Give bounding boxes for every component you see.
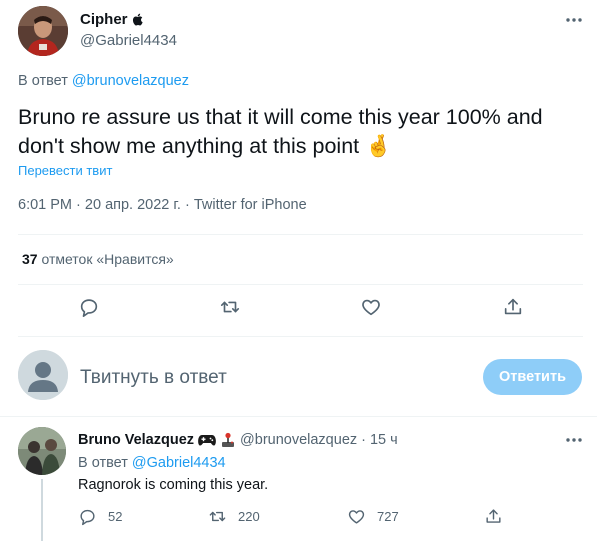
- retweet-count: 220: [238, 508, 260, 524]
- heart-icon: [362, 299, 380, 316]
- reply-prefix: В ответ: [78, 455, 128, 471]
- author-photo: [18, 6, 68, 56]
- reply-time[interactable]: 15 ч: [370, 432, 398, 448]
- reply-author-handle[interactable]: @brunovelazquez: [240, 432, 357, 448]
- reply-count: 52: [108, 508, 123, 524]
- divider: [0, 416, 597, 417]
- author-handle[interactable]: @Gabriel4434: [80, 32, 177, 49]
- reply-share-button[interactable]: [484, 505, 503, 527]
- likes-label: отметок «Нравится»: [41, 251, 174, 267]
- translate-tweet-link[interactable]: Перевести твит: [18, 163, 112, 178]
- divider: [18, 234, 583, 235]
- reply-prefix: В ответ: [18, 73, 68, 89]
- likes-count: 37: [22, 251, 38, 267]
- reply-submit-button[interactable]: Ответить: [483, 359, 582, 395]
- reply-context: В ответ @Gabriel4434: [78, 455, 226, 471]
- more-horizontal-icon[interactable]: [564, 12, 584, 28]
- tweet-text: Bruno re assure us that it will come thi…: [18, 103, 588, 161]
- user-avatar[interactable]: [18, 350, 68, 400]
- reply-author-name[interactable]: Bruno Velazquez: [78, 432, 194, 448]
- reply-context: В ответ @brunovelazquez: [18, 73, 189, 89]
- more-horizontal-icon[interactable]: [564, 432, 584, 448]
- divider: [18, 336, 583, 337]
- reply-text: Ragnorok is coming this year.: [78, 477, 269, 493]
- reply-retweet-button[interactable]: 220: [208, 505, 260, 527]
- like-button[interactable]: [360, 296, 384, 320]
- tweet-source[interactable]: Twitter for iPhone: [194, 197, 307, 213]
- meta-separator: ·: [184, 197, 190, 213]
- likes-summary[interactable]: 37 отметок «Нравится»: [22, 251, 174, 267]
- tweet-page: Cipher @Gabriel4434 В ответ @brunovelazq…: [0, 0, 597, 541]
- tweet-meta: 6:01 PM · 20 апр. 2022 г. · Twitter for …: [18, 197, 307, 213]
- retweet-icon: [220, 301, 240, 313]
- reply-like-button[interactable]: 727: [347, 505, 399, 527]
- author-avatar[interactable]: [18, 6, 68, 56]
- reply-reply-button[interactable]: 52: [78, 505, 122, 527]
- retweet-icon: [209, 511, 226, 521]
- reply-author-avatar[interactable]: [18, 427, 66, 475]
- heart-icon: [348, 509, 365, 524]
- reply-compose-input[interactable]: Твитнуть в ответ: [80, 367, 227, 389]
- divider: [18, 284, 583, 285]
- share-upload-icon: [486, 508, 501, 523]
- default-profile-icon: [18, 350, 68, 400]
- reply-to-link[interactable]: @brunovelazquez: [72, 73, 189, 89]
- tweet-date[interactable]: 20 апр. 2022 г.: [85, 197, 181, 213]
- reply-button[interactable]: [78, 296, 102, 320]
- speech-bubble-icon: [80, 299, 98, 317]
- tweet-time[interactable]: 6:01 PM: [18, 197, 72, 213]
- crossed-fingers-emoji: 🤞: [365, 134, 392, 158]
- gamepad-icon: [198, 435, 216, 446]
- joystick-icon: [222, 432, 235, 447]
- author-name-text[interactable]: Cipher: [80, 11, 128, 28]
- share-upload-icon: [504, 298, 522, 315]
- meta-separator: ·: [76, 197, 81, 213]
- apple-icon: [132, 13, 143, 26]
- author-name[interactable]: Cipher: [80, 11, 143, 28]
- reply-to-link[interactable]: @Gabriel4434: [132, 455, 226, 471]
- reply-header: Bruno Velazquez @brunovelazquez · 15 ч: [78, 432, 398, 448]
- tweet-body: Bruno re assure us that it will come thi…: [18, 105, 543, 158]
- retweet-button[interactable]: [219, 296, 243, 320]
- thread-line: [41, 479, 43, 541]
- reply-separator: ·: [361, 432, 366, 448]
- like-count: 727: [377, 508, 399, 524]
- reply-author-photo: [18, 427, 66, 475]
- speech-bubble-icon: [80, 509, 95, 525]
- share-button[interactable]: [502, 296, 526, 320]
